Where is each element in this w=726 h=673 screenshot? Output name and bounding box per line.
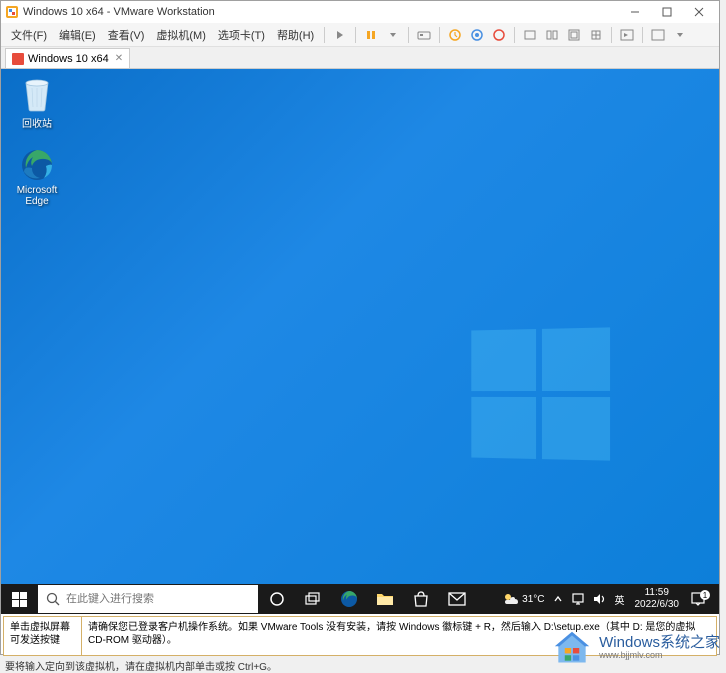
tab-close-icon[interactable]: ✕ — [115, 53, 123, 64]
ime-indicator[interactable]: 英 — [611, 584, 629, 614]
fullscreen-button[interactable] — [564, 25, 584, 45]
toolbar-separator — [324, 27, 325, 43]
search-box[interactable] — [38, 585, 258, 613]
notif-badge: 1 — [700, 590, 710, 600]
edge-icon[interactable]: Microsoft Edge — [7, 147, 67, 207]
task-view-button[interactable] — [295, 584, 331, 614]
toolbar-separator — [408, 27, 409, 43]
console-view-button[interactable] — [617, 25, 637, 45]
vmware-window: Windows 10 x64 - VMware Workstation 文件(F… — [0, 0, 720, 655]
unity-button[interactable] — [586, 25, 606, 45]
vmware-icon — [5, 5, 19, 19]
statusbar-text: 要将输入定向到该虚拟机，请在虚拟机内部单击或按 Ctrl+G。 — [5, 662, 277, 672]
hint-left: 单击虚拟屏幕可发送按键 — [4, 617, 82, 655]
view-single-button[interactable] — [520, 25, 540, 45]
windows-logo-icon — [12, 592, 27, 607]
start-button[interactable] — [1, 584, 37, 614]
taskbar-edge-button[interactable] — [331, 584, 367, 614]
snapshot-button[interactable] — [445, 25, 465, 45]
network-icon[interactable] — [567, 584, 589, 614]
system-tray: 31°C 英 11:59 2022/6/30 — [495, 584, 719, 614]
windows-logo-wallpaper — [471, 327, 610, 460]
stretch-button[interactable] — [648, 25, 668, 45]
menubar: 文件(F) 编辑(E) 查看(V) 虚拟机(M) 选项卡(T) 帮助(H) — [1, 23, 719, 47]
watermark-text: Windows系统之家 www.bjjmlv.com — [599, 635, 720, 661]
watermark-logo-icon — [553, 629, 595, 667]
toolbar-dropdown-2[interactable] — [670, 25, 690, 45]
search-icon — [46, 592, 60, 606]
toolbar-dropdown[interactable] — [383, 25, 403, 45]
vm-display[interactable]: 回收站 Microsoft Edge — [1, 69, 719, 614]
toolbar-separator — [514, 27, 515, 43]
volume-icon[interactable] — [589, 584, 611, 614]
weather-widget[interactable]: 31°C — [499, 584, 548, 614]
taskbar-mail-button[interactable] — [439, 584, 475, 614]
minimize-button[interactable] — [619, 1, 651, 23]
revert-button[interactable] — [489, 25, 509, 45]
window-title: Windows 10 x64 - VMware Workstation — [23, 6, 619, 18]
taskbar-explorer-button[interactable] — [367, 584, 403, 614]
toolbar-separator — [642, 27, 643, 43]
trash-icon — [19, 77, 55, 113]
toolbar-separator — [439, 27, 440, 43]
watermark: Windows系统之家 www.bjjmlv.com — [553, 629, 720, 667]
view-multi-button[interactable] — [542, 25, 562, 45]
close-button[interactable] — [683, 1, 715, 23]
browser-icon — [19, 147, 55, 183]
tab-label: Windows 10 x64 — [28, 53, 109, 65]
notification-center-button[interactable]: 1 — [685, 584, 715, 614]
toolbar-separator — [611, 27, 612, 43]
edge-label: Microsoft Edge — [7, 185, 67, 207]
menu-tabs[interactable]: 选项卡(T) — [212, 24, 271, 46]
tray-chevron[interactable] — [549, 584, 567, 614]
recycle-bin-label: 回收站 — [7, 115, 67, 130]
search-input[interactable] — [66, 593, 250, 605]
menu-help[interactable]: 帮助(H) — [271, 24, 320, 46]
window-controls — [619, 1, 715, 23]
clock-time: 11:59 — [635, 587, 680, 599]
menu-vm[interactable]: 虚拟机(M) — [150, 24, 212, 46]
watermark-title: Windows系统之家 — [599, 635, 720, 652]
pause-button[interactable] — [361, 25, 381, 45]
watermark-url: www.bjjmlv.com — [599, 651, 720, 661]
toolbar-power-dropdown[interactable] — [330, 25, 350, 45]
menu-file[interactable]: 文件(F) — [5, 24, 53, 46]
menu-view[interactable]: 查看(V) — [102, 24, 151, 46]
titlebar: Windows 10 x64 - VMware Workstation — [1, 1, 719, 23]
menu-edit[interactable]: 编辑(E) — [53, 24, 102, 46]
taskbar-store-button[interactable] — [403, 584, 439, 614]
ime-label: 英 — [615, 592, 625, 607]
recycle-bin-icon[interactable]: 回收站 — [7, 77, 67, 130]
tabbar: Windows 10 x64 ✕ — [1, 47, 719, 69]
toolbar-separator — [355, 27, 356, 43]
vm-power-icon — [12, 53, 24, 65]
clock-date: 2022/6/30 — [635, 599, 680, 611]
send-ctrl-alt-del-button[interactable] — [414, 25, 434, 45]
clock[interactable]: 11:59 2022/6/30 — [629, 587, 686, 611]
snapshot-manager-button[interactable] — [467, 25, 487, 45]
guest-desktop[interactable]: 回收站 Microsoft Edge — [1, 69, 719, 584]
taskbar: 31°C 英 11:59 2022/6/30 — [1, 584, 719, 614]
tab-vm[interactable]: Windows 10 x64 ✕ — [5, 48, 130, 68]
weather-temp: 31°C — [522, 594, 544, 605]
maximize-button[interactable] — [651, 1, 683, 23]
cortana-button[interactable] — [259, 584, 295, 614]
